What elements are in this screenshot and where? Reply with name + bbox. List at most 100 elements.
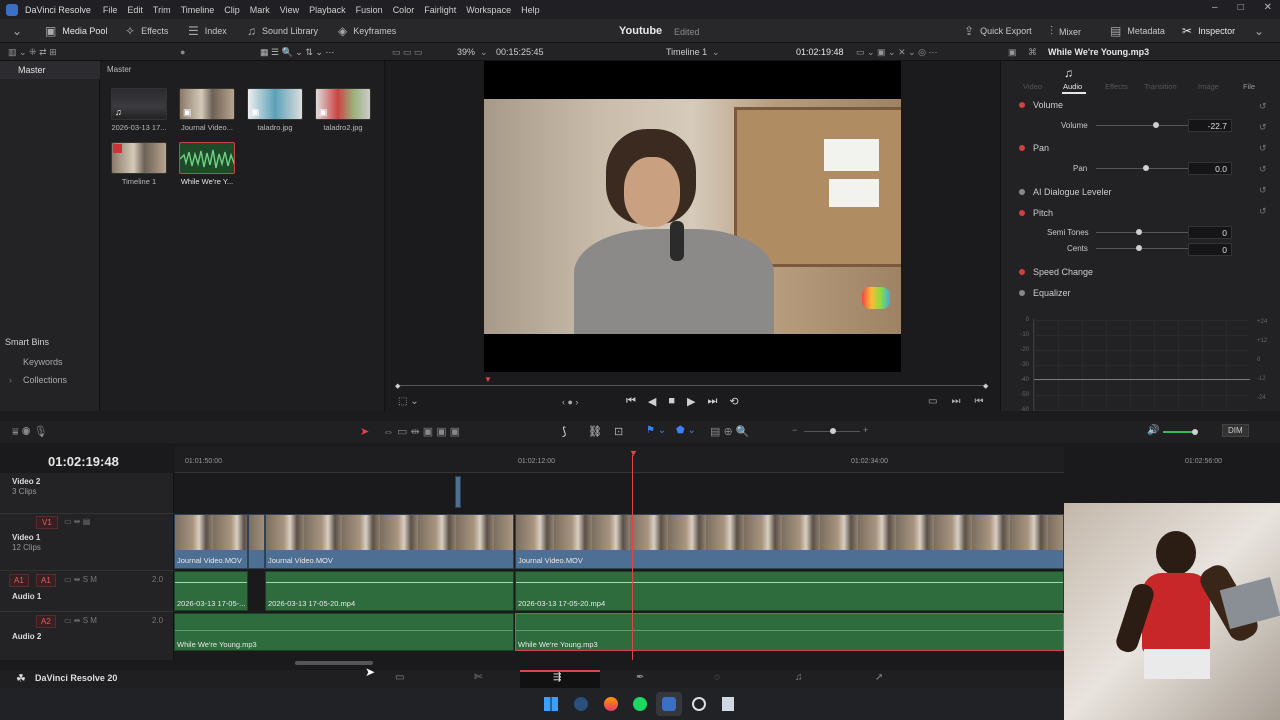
playhead-line[interactable] <box>632 455 633 660</box>
a1-tag[interactable]: A1 <box>36 574 56 587</box>
volume-slider[interactable] <box>1096 122 1196 128</box>
minimize-icon[interactable]: – <box>1212 2 1218 13</box>
match-frame-icon[interactable]: ▭ <box>928 396 937 407</box>
timeline-selector[interactable]: Timeline 1 <box>666 47 707 57</box>
a1-source-tag[interactable]: A1 <box>9 574 29 587</box>
enable-dot[interactable] <box>1019 189 1025 195</box>
enable-dot[interactable] <box>1019 269 1025 275</box>
viewer-layout-icons[interactable]: ▭ ▭ ▭ <box>392 47 423 58</box>
fusion-page-icon[interactable]: ✒ <box>636 672 644 683</box>
keyframes-button[interactable]: ◈ Keyframes <box>338 24 396 38</box>
last-frame-icon[interactable]: ⏭ <box>708 395 718 408</box>
volume-section[interactable]: Volume <box>1001 100 1280 110</box>
menu-color[interactable]: Color <box>393 5 415 15</box>
link-icon[interactable]: ⛓ <box>588 425 602 438</box>
menu-help[interactable]: Help <box>521 5 540 15</box>
steam-icon[interactable] <box>574 697 588 711</box>
playhead-icon[interactable]: ▼ <box>629 448 638 458</box>
pool-clip-thumb-selected[interactable] <box>179 142 235 174</box>
zoom-slider-knob[interactable] <box>830 428 836 434</box>
selection-tool-icon[interactable]: ➤ <box>360 425 369 438</box>
lock-icon[interactable]: ⊡ <box>614 425 623 438</box>
tab-audio[interactable]: Audio <box>1063 82 1082 91</box>
menu-edit[interactable]: Edit <box>127 5 143 15</box>
pan-slider-knob[interactable] <box>1143 165 1149 171</box>
tab-video[interactable]: Video <box>1023 82 1042 91</box>
media-page-icon[interactable]: ▭ <box>395 672 404 683</box>
semi-tones-slider[interactable] <box>1096 229 1196 235</box>
view-mode-icons[interactable]: ▦ ☰ 🔍 ⌄ ⇅ ⌄ ⋯ <box>260 47 334 58</box>
loop-icon[interactable]: ⟲ <box>729 395 738 408</box>
ai-dialogue-section[interactable]: AI Dialogue Leveler <box>1001 187 1280 197</box>
audio-clip[interactable]: 2026-03-13 17-05-... <box>174 571 248 611</box>
firefox-icon[interactable] <box>604 697 618 711</box>
video-clip[interactable]: Journal Video.MOV <box>265 514 514 569</box>
zoom-level[interactable]: 39% <box>457 47 475 57</box>
in-point-icon[interactable]: ◆ <box>395 382 400 390</box>
collections-item[interactable]: Collections <box>23 375 67 385</box>
pan-section[interactable]: Pan <box>1001 143 1280 153</box>
menu-trim[interactable]: Trim <box>153 5 171 15</box>
out-point-icon[interactable]: ◆ <box>983 382 988 390</box>
viewer-frame[interactable] <box>484 61 901 372</box>
pool-clip-thumb[interactable]: ▣ <box>315 88 371 120</box>
panel-toggle-button[interactable]: ⌄ <box>12 24 22 38</box>
cents-slider[interactable] <box>1096 245 1196 251</box>
tab-file[interactable]: File <box>1243 82 1255 91</box>
semi-tones-value[interactable]: 0 <box>1188 226 1232 239</box>
chevron-down-icon[interactable]: ⌄ <box>712 47 720 58</box>
monitor-volume-knob[interactable] <box>1192 429 1198 435</box>
master-bin[interactable]: Master <box>0 61 100 79</box>
menu-playback[interactable]: Playback <box>309 5 346 15</box>
inspector-button[interactable]: ✂ Inspector <box>1182 24 1235 38</box>
enable-dot[interactable] <box>1019 210 1025 216</box>
menu-clip[interactable]: Clip <box>224 5 240 15</box>
chevron-down-icon[interactable]: ⌄ <box>480 47 488 58</box>
pitch-section[interactable]: Pitch <box>1001 208 1280 218</box>
close-icon[interactable]: ✕ <box>1264 2 1272 13</box>
deliver-page-icon[interactable]: ➚ <box>875 672 883 683</box>
dim-button[interactable]: DIM <box>1222 424 1249 437</box>
reset-icon[interactable]: ↺ <box>1259 96 1267 117</box>
pool-clip-thumb[interactable]: ▣ <box>247 88 303 120</box>
menu-workspace[interactable]: Workspace <box>466 5 511 15</box>
flag-icon[interactable]: ⚑ ⌄ <box>646 425 666 436</box>
track-control-icons[interactable]: ▭ ⇹ S M <box>64 616 97 625</box>
timeline-ruler[interactable]: 01:01:50:00 01:02:12:00 01:02:34:00 01:0… <box>175 447 1222 473</box>
menu-view[interactable]: View <box>280 5 299 15</box>
zoom-in-icon[interactable]: + <box>863 425 868 435</box>
video-clip[interactable]: Journal Video.MOV <box>515 514 1064 569</box>
video-clip[interactable]: Journal Video.MOV <box>174 514 248 569</box>
reset-icon[interactable]: ↺ <box>1259 180 1267 201</box>
zoom-out-icon[interactable]: − <box>792 425 797 435</box>
menu-mark[interactable]: Mark <box>250 5 270 15</box>
eq-graph[interactable] <box>1033 319 1250 411</box>
enable-dot[interactable] <box>1019 290 1025 296</box>
v1-tag[interactable]: V1 <box>36 516 58 529</box>
timeline-scrollbar[interactable] <box>295 661 373 665</box>
calculator-icon[interactable] <box>722 697 734 711</box>
audio-clip[interactable]: While We're Young.mp3 <box>174 613 514 651</box>
first-frame-icon[interactable]: ⏮ <box>626 395 636 408</box>
equalizer-section[interactable]: Equalizer <box>1001 288 1280 298</box>
audio-clip-selected[interactable]: While We're Young.mp3 <box>515 613 1064 651</box>
volume-value[interactable]: -22.7 <box>1188 119 1232 132</box>
video2-clip[interactable] <box>455 476 461 508</box>
volume-slider-knob[interactable] <box>1153 122 1159 128</box>
thumbnail-size-slider[interactable]: ● <box>180 47 185 57</box>
reset-icon[interactable]: ↺ <box>1259 159 1267 180</box>
enable-dot[interactable] <box>1019 145 1025 151</box>
zoom-slider[interactable] <box>804 428 860 434</box>
reset-icon[interactable]: ↺ <box>1259 117 1267 138</box>
tab-transition[interactable]: Transition <box>1144 82 1177 91</box>
layout-icons[interactable]: ▥ ⌄ ⁜ ⇄ ⊞ <box>8 47 57 58</box>
marker-icon[interactable]: ⬟ ⌄ <box>676 425 696 436</box>
index-button[interactable]: ☰ Index <box>188 24 227 38</box>
track-control-icons[interactable]: ▭ ⇹ ▤ <box>64 517 90 526</box>
speaker-icon[interactable]: 🔊 <box>1147 425 1159 436</box>
pan-value[interactable]: 0.0 <box>1188 162 1232 175</box>
speed-change-section[interactable]: Speed Change <box>1001 267 1280 277</box>
jog-control-icon[interactable]: ‹ ● › <box>562 397 578 407</box>
spotify-icon[interactable] <box>633 697 647 711</box>
menu-fairlight[interactable]: Fairlight <box>424 5 456 15</box>
